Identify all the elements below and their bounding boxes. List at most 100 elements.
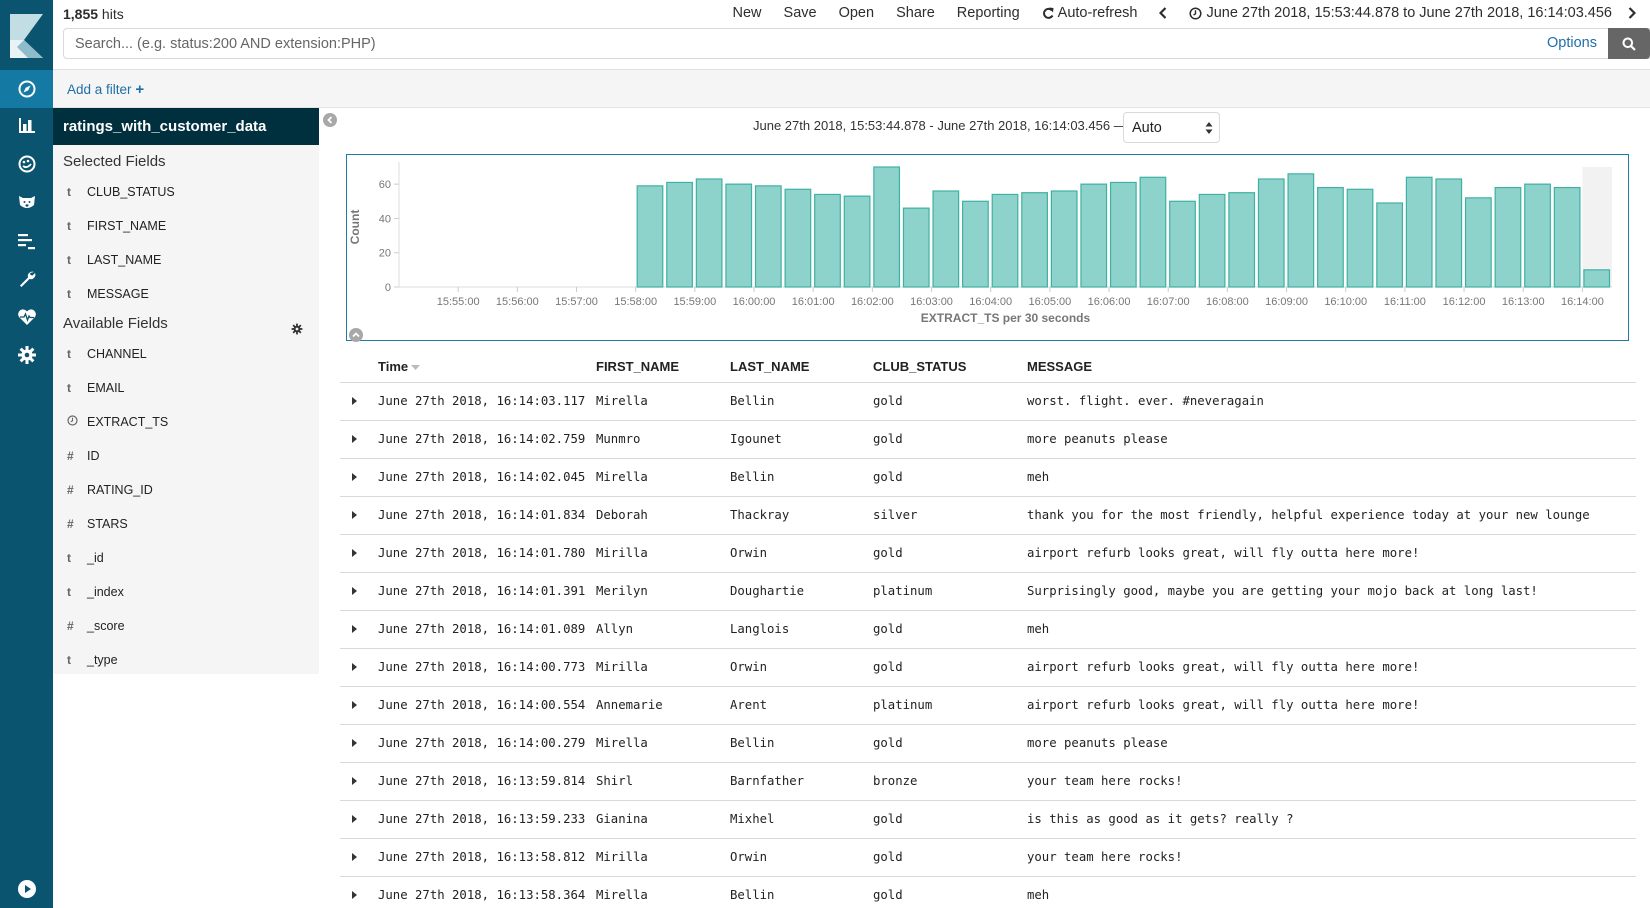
field-item[interactable]: EXTRACT_TS: [53, 405, 319, 439]
nav-item-apm[interactable]: [0, 222, 53, 260]
field-item[interactable]: t CLUB_STATUS: [53, 175, 319, 209]
expand-cell: [340, 800, 378, 839]
field-item[interactable]: # RATING_ID: [53, 473, 319, 507]
column-header-first-name[interactable]: FIRST_NAME: [596, 352, 730, 383]
table-row[interactable]: June 27th 2018, 16:14:00.773 Mirilla Orwin…: [340, 648, 1636, 687]
cell-club-status: gold: [873, 724, 1027, 763]
histogram-bar: [1169, 200, 1196, 288]
save-button[interactable]: Save: [784, 5, 817, 21]
expand-row-caret-icon[interactable]: [352, 508, 357, 522]
interval-selected-value: Auto: [1132, 120, 1162, 136]
table-row[interactable]: June 27th 2018, 16:14:03.117 Mirella Belli…: [340, 382, 1636, 421]
nav-item-visualize[interactable]: [0, 106, 53, 144]
nav-item-discover[interactable]: [0, 70, 53, 108]
y-tick-label: 40: [379, 213, 391, 225]
column-header-message[interactable]: MESSAGE: [1027, 352, 1636, 383]
table-row[interactable]: June 27th 2018, 16:13:58.812 Mirilla Orwin…: [340, 838, 1636, 877]
field-item[interactable]: t LAST_NAME: [53, 243, 319, 277]
field-item[interactable]: t EMAIL: [53, 371, 319, 405]
options-button[interactable]: Options: [1547, 35, 1597, 51]
kibana-logo[interactable]: [0, 0, 53, 70]
collapse-nav-button[interactable]: [0, 870, 53, 908]
nav-item-timelion[interactable]: [0, 183, 53, 221]
cell-last-name: Bellin: [730, 382, 873, 421]
interval-select[interactable]: Auto: [1123, 112, 1220, 143]
x-tick-label: 16:04:00: [969, 296, 1012, 308]
expand-row-caret-icon[interactable]: [352, 698, 357, 712]
expand-row-caret-icon[interactable]: [352, 736, 357, 750]
table-row[interactable]: June 27th 2018, 16:14:01.391 Merilyn Dough…: [340, 572, 1636, 611]
cell-time: June 27th 2018, 16:14:01.834: [378, 496, 596, 535]
cell-message: your team here rocks!: [1027, 838, 1636, 877]
index-pattern-selector[interactable]: ratings_with_customer_data: [53, 108, 319, 145]
table-row[interactable]: June 27th 2018, 16:13:58.364 Mirella Belli…: [340, 876, 1636, 908]
reporting-button[interactable]: Reporting: [957, 5, 1020, 21]
expand-row-caret-icon[interactable]: [352, 470, 357, 484]
search-button[interactable]: [1608, 28, 1650, 59]
document-table: Time FIRST_NAME LAST_NAME CLUB_STATUS ME…: [340, 352, 1636, 908]
field-item[interactable]: # _score: [53, 609, 319, 643]
histogram-bar: [1198, 193, 1226, 288]
expand-row-caret-icon[interactable]: [352, 850, 357, 864]
time-picker-button[interactable]: June 27th 2018, 15:53:44.878 to June 27t…: [1189, 5, 1612, 21]
field-item[interactable]: # STARS: [53, 507, 319, 541]
field-item[interactable]: t FIRST_NAME: [53, 209, 319, 243]
field-settings-button[interactable]: [291, 318, 303, 344]
field-item[interactable]: t _id: [53, 541, 319, 575]
expand-row-caret-icon[interactable]: [352, 546, 357, 560]
table-row[interactable]: June 27th 2018, 16:14:02.045 Mirella Belli…: [340, 458, 1636, 497]
y-tick-label: 0: [385, 282, 391, 294]
search-input[interactable]: [64, 29, 1464, 58]
field-item[interactable]: t CHANNEL: [53, 337, 319, 371]
cell-last-name: Bellin: [730, 724, 873, 763]
nav-item-dashboard[interactable]: [0, 145, 53, 183]
column-header-time[interactable]: Time: [378, 352, 596, 383]
table-row[interactable]: June 27th 2018, 16:14:02.759 Munmro Igoune…: [340, 420, 1636, 459]
table-row[interactable]: June 27th 2018, 16:13:59.233 Gianina Mixhe…: [340, 800, 1636, 839]
cell-last-name: Bellin: [730, 458, 873, 497]
collapse-sidebar-button[interactable]: [323, 113, 337, 132]
field-item[interactable]: t _type: [53, 643, 319, 677]
table-row[interactable]: June 27th 2018, 16:14:01.780 Mirilla Orwin…: [340, 534, 1636, 573]
histogram-bar: [1228, 192, 1256, 288]
global-nav: [0, 0, 53, 908]
field-item[interactable]: t _index: [53, 575, 319, 609]
share-button[interactable]: Share: [896, 5, 935, 21]
expand-row-caret-icon[interactable]: [352, 660, 357, 674]
expand-row-caret-icon[interactable]: [352, 584, 357, 598]
nav-item-dev-tools[interactable]: [0, 260, 53, 298]
cell-message: more peanuts please: [1027, 420, 1636, 459]
expand-row-caret-icon[interactable]: [352, 432, 357, 446]
auto-refresh-button[interactable]: Auto-refresh: [1042, 5, 1137, 21]
histogram-bar: [695, 178, 723, 288]
time-prev-button[interactable]: [1159, 7, 1171, 19]
field-item[interactable]: # ID: [53, 439, 319, 473]
expand-row-caret-icon[interactable]: [352, 812, 357, 826]
add-filter-button[interactable]: Add a filter +: [67, 81, 144, 98]
nav-item-management[interactable]: [0, 336, 53, 374]
table-row[interactable]: June 27th 2018, 16:14:01.089 Allyn Langloi…: [340, 610, 1636, 649]
sort-desc-icon[interactable]: [411, 364, 421, 371]
table-row[interactable]: June 27th 2018, 16:14:00.554 Annemarie Are…: [340, 686, 1636, 725]
expand-cell: [340, 610, 378, 649]
column-header-club-status[interactable]: CLUB_STATUS: [873, 352, 1027, 383]
table-row[interactable]: June 27th 2018, 16:13:59.814 Shirl Barnfat…: [340, 762, 1636, 801]
cell-first-name: Mirella: [596, 458, 730, 497]
x-tick-label: 16:07:00: [1147, 296, 1190, 308]
open-button[interactable]: Open: [839, 5, 874, 21]
time-next-button[interactable]: [1628, 7, 1640, 19]
field-item[interactable]: t MESSAGE: [53, 277, 319, 311]
column-header-last-name[interactable]: LAST_NAME: [730, 352, 873, 383]
expand-row-caret-icon[interactable]: [352, 622, 357, 636]
collapse-chart-button[interactable]: [349, 328, 363, 347]
timelion-bear-icon: [18, 196, 35, 208]
new-button[interactable]: New: [733, 5, 762, 21]
table-row[interactable]: June 27th 2018, 16:14:00.279 Mirella Belli…: [340, 724, 1636, 763]
expand-row-caret-icon[interactable]: [352, 888, 357, 902]
nav-item-monitoring[interactable]: [0, 298, 53, 336]
cell-first-name: Mirilla: [596, 648, 730, 687]
histogram-chart[interactable]: 0 20 40 60 Count 15:55:00 15:56:00 15:57:00 15:5…: [346, 154, 1629, 341]
expand-row-caret-icon[interactable]: [352, 394, 357, 408]
expand-row-caret-icon[interactable]: [352, 774, 357, 788]
table-row[interactable]: June 27th 2018, 16:14:01.834 Deborah Thack…: [340, 496, 1636, 535]
